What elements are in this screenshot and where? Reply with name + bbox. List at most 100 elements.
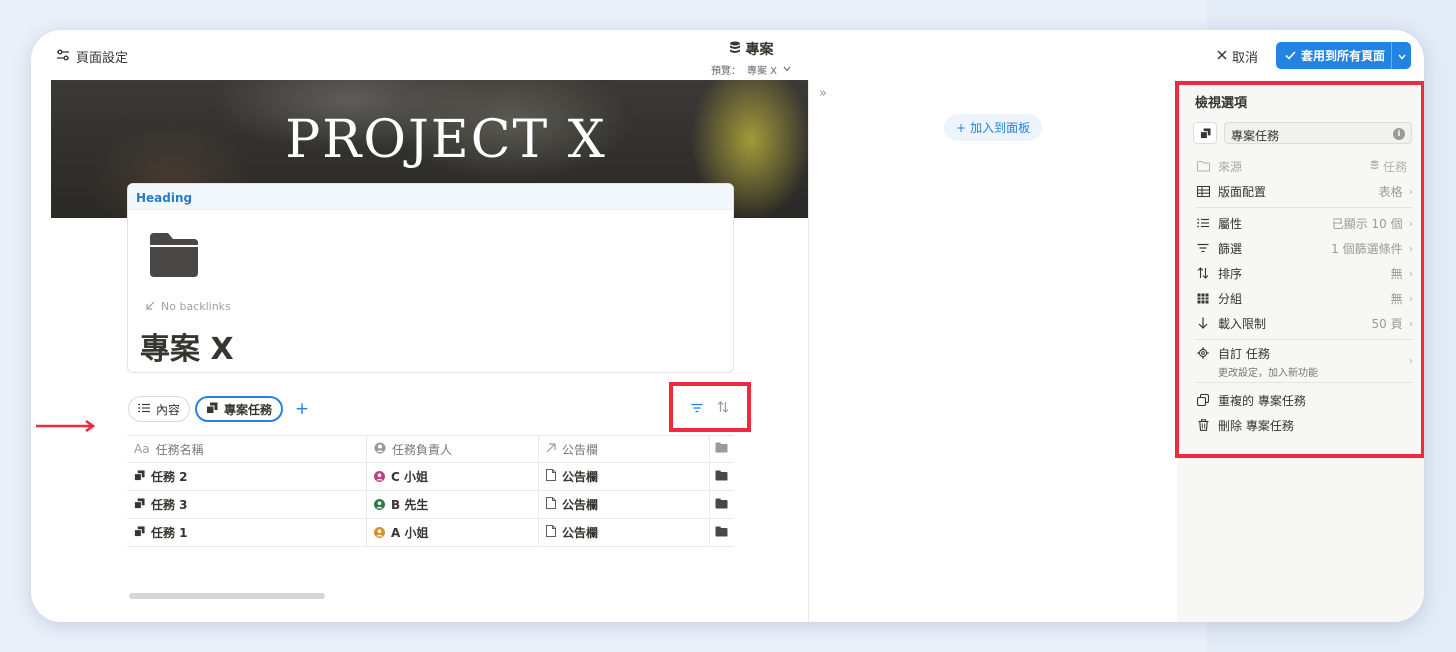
column-label: 任務名稱 (155, 442, 204, 457)
cancel-button[interactable]: 取消 (1217, 47, 1258, 66)
chevron-right-icon: › (1408, 266, 1413, 280)
option-value: 50 頁 (1371, 316, 1403, 331)
duplicate-view-button[interactable]: 重複的 專案任務 (1195, 390, 1413, 410)
customize-text: 自訂 任務 更改設定，加入新功能 (1218, 345, 1409, 379)
assignee-cell[interactable]: C 小姐 (367, 463, 539, 490)
folder-icon (715, 442, 728, 456)
top-bar: 頁面設定 專案 預覽： 專案 X 取消 套用到所有頁面 (31, 30, 1424, 80)
chevron-down-icon (783, 64, 791, 75)
preview-label: 預覽： (710, 66, 741, 77)
tab-label: 專案任務 (224, 402, 273, 417)
board-cell[interactable]: 公告欄 (539, 491, 710, 518)
arrow-up-right-icon (546, 442, 556, 456)
view-options-title: 檢視選項 (1195, 96, 1248, 111)
horizontal-scrollbar[interactable] (129, 593, 325, 599)
option-label: 分組 (1218, 291, 1243, 306)
option-sublabel: 更改設定，加入新功能 (1218, 368, 1318, 379)
plus-icon: + (294, 399, 310, 419)
check-icon (1285, 49, 1296, 63)
task-name-cell[interactable]: 任務 3 (127, 491, 367, 518)
view-option-source: 來源 任務 (1195, 156, 1413, 176)
sort-icon (1195, 267, 1211, 279)
avatar (374, 471, 385, 482)
preview-selector[interactable]: 預覽： 專案 X (631, 62, 871, 77)
view-option-customize[interactable]: 自訂 任務 更改設定，加入新功能 › (1195, 345, 1413, 379)
option-label: 來源 (1218, 159, 1243, 174)
double-chevron-right-icon[interactable]: » (819, 86, 827, 101)
red-arrow-annotation (36, 417, 98, 436)
column-header-folder[interactable] (710, 436, 734, 462)
table-row[interactable]: 任務 2 C 小姐 公告欄 (127, 463, 734, 491)
view-name-input[interactable]: 專案任務 i (1224, 122, 1412, 144)
folder-cell[interactable] (710, 519, 734, 546)
view-options-panel: 檢視選項 專案任務 i 來源 任務 版面配置 表格 › 屬性 已顯示 10 個 … (1175, 80, 1424, 622)
option-value: 無 (1390, 266, 1403, 281)
apply-label: 套用到所有頁面 (1301, 49, 1386, 63)
view-option-properties[interactable]: 屬性 已顯示 10 個 › (1195, 213, 1413, 233)
avatar (374, 527, 385, 538)
board-link: 公告欄 (562, 470, 599, 484)
view-name-value: 專案任務 (1231, 129, 1280, 143)
arrow-down-icon (1195, 317, 1211, 329)
view-tabs: 內容 專案任務 + (128, 396, 313, 422)
tasks-table: Aa 任務名稱 任務負責人 公告欄 任務 2 C 小姐 公告欄 任務 3 B 先… (127, 435, 734, 547)
gear-icon (1195, 347, 1211, 359)
option-value-wrap: 任務 (1370, 158, 1407, 175)
page-settings-button[interactable]: 頁面設定 (56, 47, 128, 66)
task-name: 任務 2 (151, 470, 188, 484)
assignee-cell[interactable]: A 小姐 (367, 519, 539, 546)
filter-icon[interactable] (691, 398, 703, 417)
option-value: 無 (1390, 291, 1403, 306)
view-option-group[interactable]: 分組 無 › (1195, 288, 1413, 308)
add-to-board-button[interactable]: + 加入到面板 (944, 114, 1043, 141)
database-page-icon (134, 525, 145, 540)
view-option-load-limit[interactable]: 載入限制 50 頁 › (1195, 313, 1413, 333)
tab-content[interactable]: 內容 (128, 396, 191, 422)
heading-label: Heading (128, 184, 733, 210)
task-name-cell[interactable]: 任務 2 (127, 463, 367, 490)
close-icon (1217, 49, 1227, 64)
option-label: 屬性 (1218, 216, 1243, 231)
board-cell[interactable]: 公告欄 (539, 463, 710, 490)
folder-cell[interactable] (710, 491, 734, 518)
option-label: 版面配置 (1218, 184, 1267, 199)
table-row[interactable]: 任務 1 A 小姐 公告欄 (127, 519, 734, 547)
column-header-assignee[interactable]: 任務負責人 (367, 436, 539, 462)
sort-icon[interactable] (717, 398, 729, 417)
trash-icon (1195, 419, 1211, 431)
page-settings-label: 頁面設定 (76, 51, 129, 66)
delete-view-button[interactable]: 刪除 專案任務 (1195, 415, 1413, 435)
folder-icon[interactable] (148, 231, 200, 283)
folder-cell[interactable] (710, 463, 734, 490)
column-header-board[interactable]: 公告欄 (539, 436, 710, 462)
column-header-task-name[interactable]: Aa 任務名稱 (127, 436, 367, 462)
assignee-cell[interactable]: B 先生 (367, 491, 539, 518)
add-view-button[interactable]: + (291, 398, 313, 420)
view-option-filter[interactable]: 篩選 1 個篩選條件 › (1195, 238, 1413, 258)
folder-outline-icon (1195, 160, 1211, 172)
table-icon (1195, 185, 1211, 197)
view-icon-button[interactable] (1193, 122, 1217, 144)
divider (1195, 382, 1413, 383)
chevron-right-icon: › (1408, 354, 1413, 367)
person-icon (374, 442, 386, 457)
list-icon (1195, 218, 1211, 228)
view-option-sort[interactable]: 排序 無 › (1195, 263, 1413, 283)
option-label: 刪除 專案任務 (1218, 418, 1294, 433)
board-cell[interactable]: 公告欄 (539, 519, 710, 546)
chevron-right-icon: › (1408, 241, 1413, 255)
table-row[interactable]: 任務 3 B 先生 公告欄 (127, 491, 734, 519)
apply-dropdown-button[interactable] (1391, 42, 1411, 69)
view-option-layout[interactable]: 版面配置 表格 › (1195, 181, 1413, 201)
info-icon[interactable]: i (1393, 128, 1405, 140)
list-icon (138, 402, 150, 416)
tab-project-tasks[interactable]: 專案任務 (195, 396, 284, 422)
task-name-cell[interactable]: 任務 1 (127, 519, 367, 546)
database-icon (729, 41, 741, 58)
apply-to-all-button[interactable]: 套用到所有頁面 (1276, 42, 1411, 69)
option-value: 已顯示 10 個 (1331, 216, 1403, 231)
chevron-right-icon: › (1408, 291, 1413, 305)
option-value: 1 個篩選條件 (1331, 241, 1403, 256)
chevron-down-icon (1397, 49, 1406, 63)
backlinks-indicator[interactable]: No backlinks (146, 300, 231, 313)
